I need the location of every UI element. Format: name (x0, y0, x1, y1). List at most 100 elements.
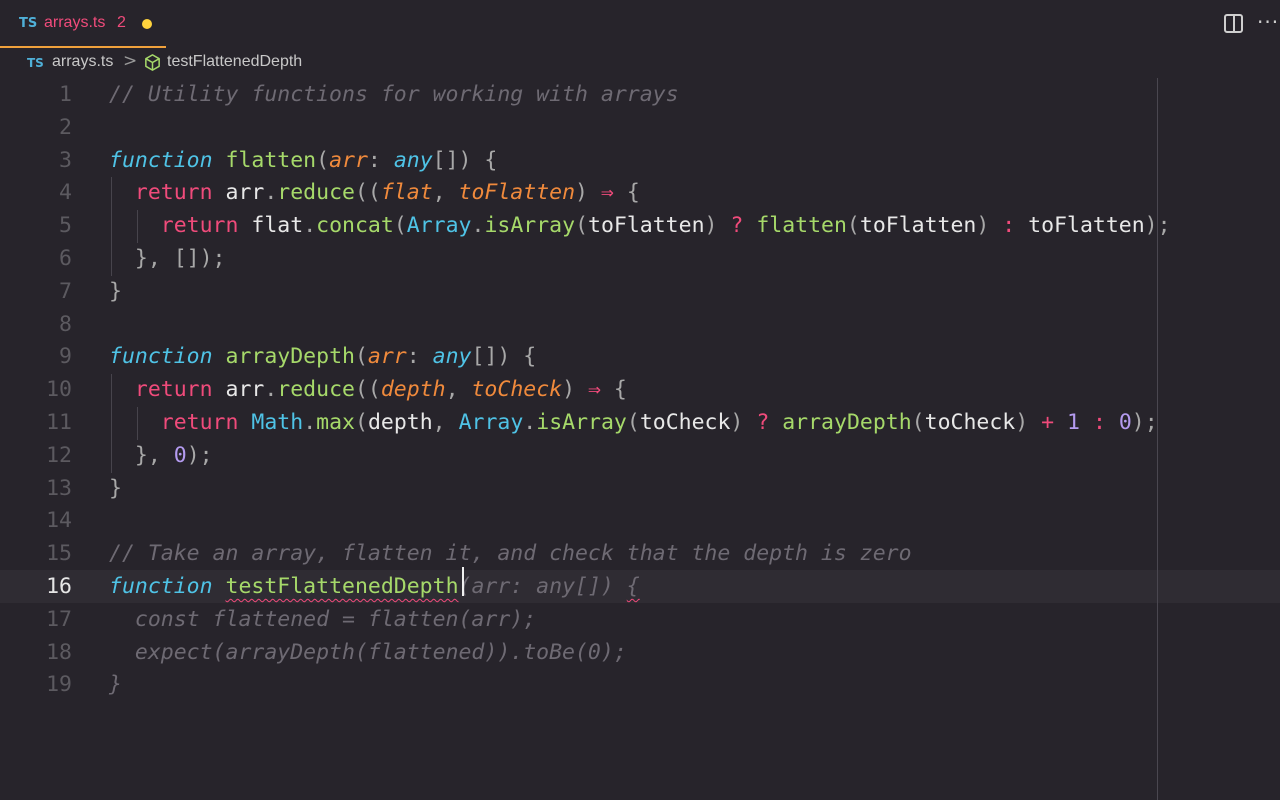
line-number: 10 (46, 377, 72, 403)
code-line[interactable]: 11 return Math.max(depth, Array.isArray(… (0, 406, 1280, 439)
code-token: ? (756, 410, 770, 435)
code-line[interactable]: 2 (0, 111, 1280, 144)
code-line[interactable]: 6 }, []); (0, 242, 1280, 275)
code-token: . (264, 180, 278, 206)
code-token: toFlatten (458, 180, 576, 206)
code-token: arr (212, 377, 265, 403)
code-token: ⇒ (587, 377, 601, 403)
code-token: } (109, 672, 122, 698)
code-line[interactable]: 14 (0, 504, 1280, 537)
code-token: toCheck (639, 410, 731, 435)
code-token: . (471, 213, 485, 239)
code-line[interactable]: 13} (0, 472, 1280, 505)
code-token: 0 (173, 442, 187, 468)
code-token: isArray (536, 410, 627, 435)
code-token: ( (626, 410, 640, 435)
code-line[interactable]: 4 return arr.reduce((flat, toFlatten) ⇒ … (0, 176, 1280, 209)
code-token: const flattened = flatten(arr); (109, 606, 537, 632)
code-line[interactable]: 9 function arrayDepth(arr: any[]) { (0, 340, 1280, 373)
line-number: 5 (59, 213, 72, 239)
code-line[interactable]: 1 // Utility functions for working with a… (0, 78, 1280, 111)
code-token: ( (575, 213, 589, 239)
typescript-icon: TS (27, 56, 44, 70)
code-text: } (109, 668, 122, 701)
code-token: testFlattenedDepth (225, 574, 459, 599)
code-token: { (600, 377, 627, 403)
code-token: ( (846, 213, 860, 239)
code-token: any (393, 147, 433, 173)
line-number: 18 (46, 639, 72, 665)
code-line[interactable]: 12 }, 0); (0, 439, 1280, 472)
unsaved-dot-icon[interactable] (142, 19, 152, 29)
ellipsis-icon[interactable]: ··· (1257, 10, 1279, 34)
code-token: function (109, 574, 213, 599)
code-text: const flattened = flatten(arr); (109, 603, 536, 636)
breadcrumb-file[interactable]: arrays.ts (52, 53, 113, 71)
code-line[interactable]: 17 const flattened = flatten(arr); (0, 603, 1280, 636)
code-line[interactable]: 10 return arr.reduce((depth, toCheck) ⇒ … (0, 373, 1280, 406)
line-number: 7 (59, 278, 72, 304)
code-token: ( (354, 344, 368, 370)
line-number: 3 (59, 147, 72, 173)
code-line[interactable]: 15 // Take an array, flatten it, and chec… (0, 537, 1280, 570)
code-line[interactable]: 8 (0, 308, 1280, 341)
code-token: . (303, 213, 317, 239)
code-text: }, []); (109, 242, 226, 275)
cube-icon (145, 54, 160, 71)
breadcrumb-symbol[interactable]: testFlattenedDepth (167, 53, 302, 71)
code-token: , (445, 377, 472, 403)
typescript-icon: TS (19, 16, 38, 31)
code-token: any (432, 344, 472, 370)
code-token: }, (109, 442, 174, 468)
code-text: return flat.concat(Array.isArray(toFlatt… (109, 209, 1171, 242)
code-token: flat (380, 180, 433, 206)
code-token: // Take an array, flatten it, and check … (109, 541, 912, 567)
code-token: Array (458, 410, 524, 435)
line-number: 13 (46, 475, 72, 501)
code-token: : (1092, 410, 1106, 435)
tab-bar: TS arrays.ts 2 ··· (0, 0, 1280, 48)
breadcrumb: TS arrays.ts > testFlattenedDepth (0, 48, 1280, 76)
code-token: ( (911, 410, 925, 435)
line-number: 6 (59, 246, 72, 271)
code-token: function (109, 344, 213, 370)
code-token: Array (406, 213, 472, 239)
code-token: ) (730, 410, 757, 435)
code-token: arrayDepth (782, 410, 912, 435)
code-token: []) { (432, 147, 498, 173)
code-token: (( (354, 180, 381, 206)
code-token: return (134, 377, 213, 403)
code-token: toFlatten (859, 213, 977, 239)
code-editor[interactable]: 1 // Utility functions for working with a… (0, 78, 1280, 800)
code-token: arr (329, 147, 368, 173)
code-line[interactable]: 19} (0, 668, 1280, 701)
code-token: ( (354, 410, 368, 435)
line-number: 9 (59, 344, 72, 370)
code-token: }, []); (109, 246, 226, 271)
code-text: expect(arrayDepth(flattened)).toBe(0); (109, 636, 627, 669)
code-token: isArray (484, 213, 576, 239)
code-line[interactable]: 16 function testFlattenedDepth(arr: any[]… (0, 570, 1280, 603)
code-line[interactable]: 18 expect(arrayDepth(flattened)).toBe(0)… (0, 636, 1280, 669)
tab-arrays-ts[interactable]: TS arrays.ts 2 (0, 0, 166, 48)
code-line[interactable]: 5 return flat.concat(Array.isArray(toFla… (0, 209, 1280, 242)
code-token: return (160, 213, 239, 239)
tab-filename: arrays.ts (44, 14, 106, 31)
line-number: 14 (46, 508, 72, 534)
code-token: 0 (1118, 410, 1132, 435)
code-token: (( (354, 377, 381, 403)
problem-count-badge: 2 (117, 14, 126, 31)
code-token: : (406, 344, 433, 370)
code-token: ); (1131, 410, 1158, 435)
split-editor-icon[interactable] (1224, 14, 1243, 33)
code-token: reduce (277, 377, 355, 403)
code-line[interactable]: 3 function flatten(arr: any[]) { (0, 144, 1280, 177)
code-line[interactable]: 7} (0, 275, 1280, 308)
